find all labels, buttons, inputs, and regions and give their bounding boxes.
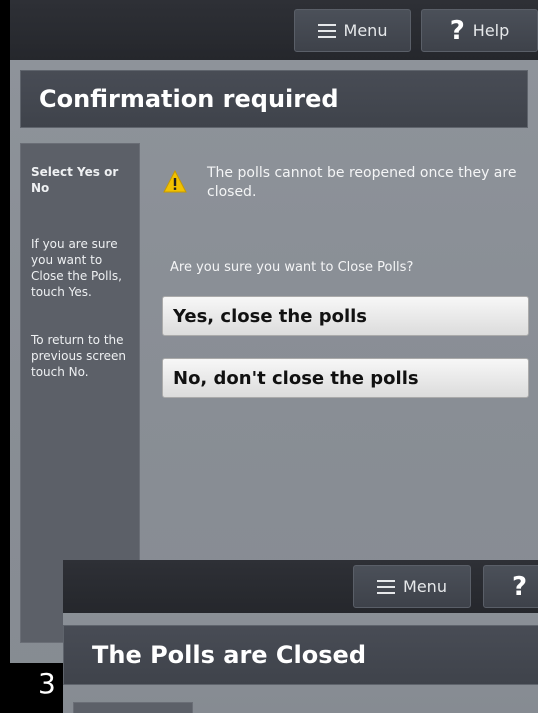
sidebar-title: Select Yes or No — [31, 165, 119, 195]
sidebar-instruction-no: To return to the previous screen touch N… — [31, 333, 127, 379]
warning-message: The polls cannot be reopened once they a… — [163, 164, 533, 202]
menu-button[interactable]: Menu — [294, 9, 411, 52]
question-mark-icon: ? — [512, 571, 528, 602]
sidebar-instruction-yes: If you are sure you want to Close the Po… — [31, 237, 122, 299]
help-button[interactable]: ? — [483, 565, 538, 608]
menu-button[interactable]: Menu — [353, 565, 471, 608]
help-button[interactable]: ? Help — [421, 9, 538, 52]
help-label: Help — [472, 21, 510, 40]
page-title: The Polls are Closed — [92, 641, 366, 669]
top-bar: Menu ? Help — [10, 0, 538, 60]
menu-label: Menu — [403, 577, 447, 596]
hamburger-icon — [377, 579, 396, 594]
no-dont-close-polls-button[interactable]: No, don't close the polls — [162, 358, 529, 398]
polls-closed-screen: Menu ? The Polls are Closed — [63, 560, 538, 713]
menu-label: Menu — [343, 21, 388, 40]
title-bar: The Polls are Closed — [63, 625, 538, 685]
hamburger-icon — [317, 23, 336, 38]
page-title: Confirmation required — [39, 85, 339, 113]
step-number: 3 — [0, 663, 63, 713]
title-bar: Confirmation required — [20, 70, 528, 128]
top-bar: Menu ? — [63, 560, 538, 613]
confirmation-question: Are you sure you want to Close Polls? — [170, 260, 414, 275]
yes-close-polls-button[interactable]: Yes, close the polls — [162, 296, 529, 336]
instructions-sidebar — [73, 702, 193, 713]
warning-text: The polls cannot be reopened once they a… — [207, 165, 517, 200]
warning-triangle-icon — [163, 170, 187, 193]
question-mark-icon: ? — [449, 15, 465, 46]
